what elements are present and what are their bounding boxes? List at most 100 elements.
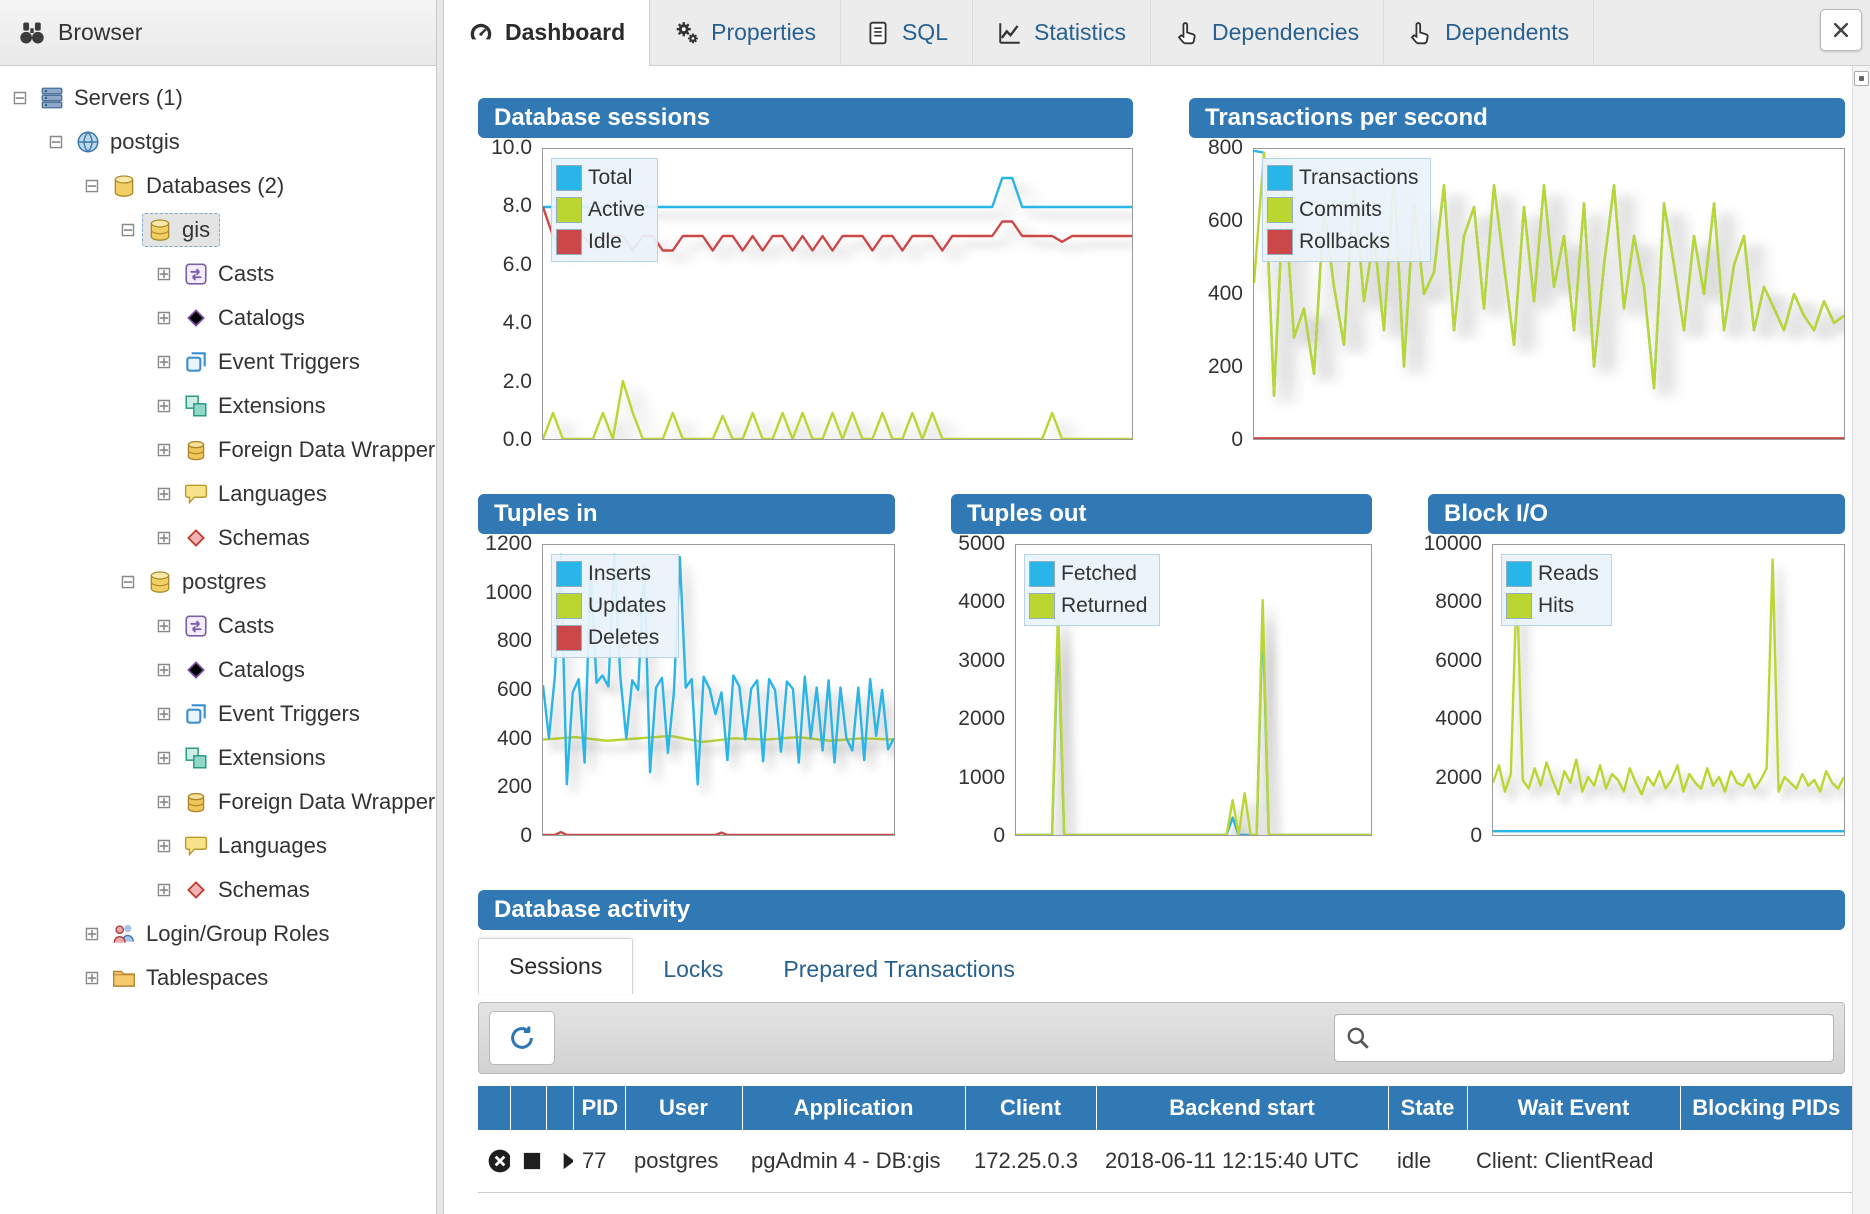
tree-item-languages[interactable]: ⊞Languages (0, 824, 436, 868)
tree-node[interactable]: Casts (178, 609, 284, 643)
activity-tab-prepared-transactions[interactable]: Prepared Transactions (753, 944, 1044, 994)
y-tick-label: 6.0 (503, 253, 532, 277)
stop-icon[interactable] (519, 1148, 545, 1174)
tree-node[interactable]: Foreign Data Wrappers (178, 433, 436, 467)
tree-item-servers-1[interactable]: ⊟Servers (1) (0, 76, 436, 120)
tree-node[interactable]: Event Triggers (178, 697, 370, 731)
expand-icon[interactable]: ⊞ (150, 703, 178, 726)
tree-node[interactable]: Casts (178, 257, 284, 291)
tree-node[interactable]: Languages (178, 829, 337, 863)
close-panel-button[interactable] (1820, 9, 1862, 51)
y-axis: 120010008006004002000 (478, 544, 542, 836)
tree-item-schemas[interactable]: ⊞Schemas (0, 868, 436, 912)
expand-icon[interactable]: ⊞ (150, 615, 178, 638)
tablespaces-icon (110, 965, 138, 991)
tree-node[interactable]: Databases (2) (106, 169, 294, 203)
tree-node[interactable]: Catalogs (178, 301, 315, 335)
tree-item-databases-2[interactable]: ⊟Databases (2) (0, 164, 436, 208)
collapse-icon[interactable]: ⊟ (78, 175, 106, 198)
tree-item-schemas[interactable]: ⊞Schemas (0, 516, 436, 560)
tree-item-casts[interactable]: ⊞Casts (0, 604, 436, 648)
tab-dependencies[interactable]: Dependencies (1151, 0, 1384, 65)
tree-item-postgres[interactable]: ⊟postgres (0, 560, 436, 604)
tree-node[interactable]: Servers (1) (34, 81, 193, 115)
collapse-icon[interactable]: ⊟ (42, 131, 70, 154)
browser-title: Browser (58, 19, 142, 46)
collapse-icon[interactable]: ⊟ (114, 571, 142, 594)
gears-icon (674, 20, 700, 46)
activity-tab-sessions[interactable]: Sessions (478, 938, 633, 994)
expand-icon[interactable]: ⊞ (150, 835, 178, 858)
tab-statistics[interactable]: Statistics (973, 0, 1151, 65)
database-activity-panel: Database activity SessionsLocksPrepared … (478, 890, 1845, 1193)
vertical-scrollbar[interactable] (1852, 66, 1870, 1214)
expand-icon[interactable]: ⊞ (150, 747, 178, 770)
scrollbar-top-button[interactable] (1854, 71, 1869, 86)
tree-item-gis[interactable]: ⊟gis (0, 208, 436, 252)
tree-item-casts[interactable]: ⊞Casts (0, 252, 436, 296)
expand-icon[interactable]: ⊞ (150, 395, 178, 418)
tree-node[interactable]: Extensions (178, 389, 336, 423)
tree-node[interactable]: Foreign Data Wrappers (178, 785, 436, 819)
tree-node[interactable]: Extensions (178, 741, 336, 775)
search-box[interactable] (1334, 1014, 1834, 1062)
session-row[interactable]: 77postgrespgAdmin 4 - DB:gis172.25.0.320… (478, 1130, 1852, 1192)
y-tick-label: 8.0 (503, 194, 532, 218)
expand-icon[interactable]: ⊞ (150, 351, 178, 374)
collapse-icon[interactable]: ⊟ (6, 87, 34, 110)
refresh-button[interactable] (489, 1011, 555, 1065)
expand-icon[interactable]: ⊞ (150, 527, 178, 550)
legend-label: Returned (1061, 594, 1147, 618)
tab-properties[interactable]: Properties (650, 0, 841, 65)
y-tick-label: 0.0 (503, 428, 532, 452)
expand-icon[interactable]: ⊞ (150, 791, 178, 814)
tree-item-catalogs[interactable]: ⊞ Catalogs (0, 296, 436, 340)
tuples-in-plot: InsertsUpdatesDeletes (542, 544, 895, 836)
gauge-icon (468, 20, 494, 46)
tree-item-event-triggers[interactable]: ⊞Event Triggers (0, 340, 436, 384)
tree-node[interactable]: Login/Group Roles (106, 917, 339, 951)
tree-node[interactable]: Schemas (178, 873, 320, 907)
tree-node[interactable]: Languages (178, 477, 337, 511)
tree-item-tablespaces[interactable]: ⊞Tablespaces (0, 956, 436, 1000)
tab-dependents[interactable]: Dependents (1384, 0, 1594, 65)
languages-icon (182, 833, 210, 859)
database-icon (146, 569, 174, 595)
tree-item-extensions[interactable]: ⊞Extensions (0, 736, 436, 780)
tree-item-languages[interactable]: ⊞Languages (0, 472, 436, 516)
tree-item-event-triggers[interactable]: ⊞Event Triggers (0, 692, 436, 736)
tree-label: Catalogs (218, 305, 305, 331)
tab-sql[interactable]: SQL (841, 0, 973, 65)
panel-splitter[interactable] (437, 0, 444, 1214)
expand-icon[interactable]: ⊞ (150, 483, 178, 506)
expand-icon[interactable]: ⊞ (78, 967, 106, 990)
tree-item-extensions[interactable]: ⊞Extensions (0, 384, 436, 428)
catalogs-icon (182, 657, 210, 683)
tree-node[interactable]: Catalogs (178, 653, 315, 687)
tree-item-foreign-data-wrappers[interactable]: ⊞Foreign Data Wrappers (0, 428, 436, 472)
tree-item-catalogs[interactable]: ⊞Catalogs (0, 648, 436, 692)
activity-tab-locks[interactable]: Locks (633, 944, 753, 994)
collapse-icon[interactable]: ⊟ (114, 219, 142, 242)
tree-item-postgis[interactable]: ⊟postgis (0, 120, 436, 164)
expand-icon[interactable]: ⊞ (150, 879, 178, 902)
expand-icon[interactable]: ⊞ (150, 263, 178, 286)
search-input[interactable] (1379, 1018, 1823, 1058)
tree-node[interactable]: Schemas (178, 521, 320, 555)
cancel-icon[interactable] (487, 1148, 510, 1174)
tree-node[interactable]: postgres (142, 565, 276, 599)
tree-item-foreign-data-wrappers[interactable]: ⊞Foreign Data Wrappers (0, 780, 436, 824)
details-icon[interactable] (555, 1148, 573, 1174)
tree-node[interactable]: postgis (70, 125, 190, 159)
y-tick-label: 400 (1208, 282, 1243, 306)
legend-swatch (1029, 593, 1055, 619)
tree-node[interactable]: Tablespaces (106, 961, 278, 995)
tab-dashboard[interactable]: Dashboard (444, 0, 650, 65)
expand-icon[interactable]: ⊞ (78, 923, 106, 946)
expand-icon[interactable]: ⊞ (150, 439, 178, 462)
expand-icon[interactable]: ⊞ (150, 659, 178, 682)
tree-node[interactable]: Event Triggers (178, 345, 370, 379)
tree-node[interactable]: gis (142, 213, 220, 247)
expand-icon[interactable]: ⊞ (150, 307, 178, 330)
tree-item-login-group-roles[interactable]: ⊞Login/Group Roles (0, 912, 436, 956)
